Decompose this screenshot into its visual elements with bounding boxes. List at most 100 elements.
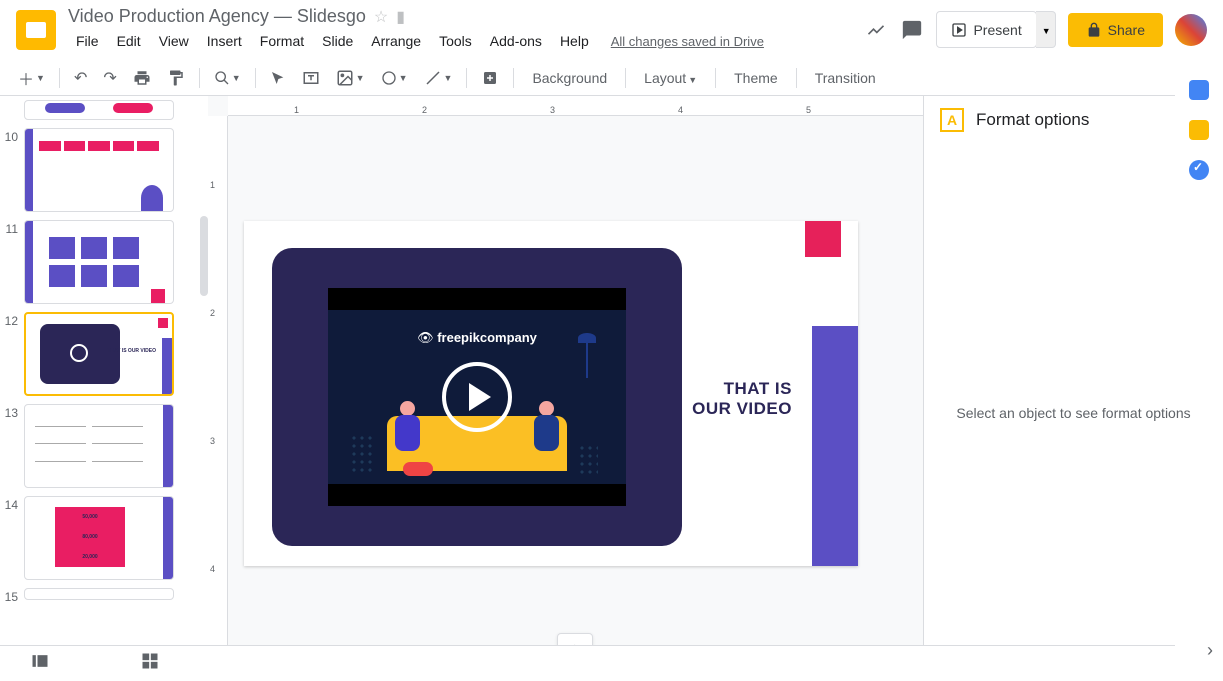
menu-tools[interactable]: Tools (431, 29, 480, 53)
image-tool[interactable]: ▼ (330, 64, 371, 92)
activity-icon[interactable] (864, 18, 888, 42)
textbox-tool[interactable] (296, 64, 326, 92)
menu-slide[interactable]: Slide (314, 29, 361, 53)
menu-addons[interactable]: Add-ons (482, 29, 550, 53)
format-options-panel: A Format options ✕ Select an object to s… (923, 96, 1223, 681)
line-tool[interactable]: ▼ (418, 64, 459, 92)
thumb-number (0, 100, 24, 102)
menu-file[interactable]: File (68, 29, 107, 53)
tasks-addon-icon[interactable] (1189, 160, 1209, 180)
background-button[interactable]: Background (522, 66, 617, 90)
ruler-vertical: 1234 (208, 116, 228, 681)
footer (0, 645, 1175, 681)
doc-title[interactable]: Video Production Agency — Slidesgo (68, 6, 366, 27)
present-icon (951, 22, 967, 38)
slide-canvas[interactable]: 👁 freepikcompany THAT IS OUR VIDEO (244, 221, 858, 566)
purple-stripe[interactable] (812, 326, 858, 566)
thumb-number: 15 (0, 588, 24, 604)
theme-button[interactable]: Theme (724, 66, 788, 90)
layout-label: Layout (644, 70, 686, 86)
side-panel (1175, 60, 1223, 180)
plant-illustration (578, 444, 598, 474)
plant-illustration (350, 434, 374, 474)
thumb-number: 10 (0, 128, 24, 144)
lock-icon (1086, 22, 1102, 38)
present-label: Present (973, 22, 1021, 38)
heading-line-2: OUR VIDEO (692, 399, 792, 419)
menu-format[interactable]: Format (252, 29, 312, 53)
menu-arrange[interactable]: Arrange (363, 29, 429, 53)
video-placeholder[interactable]: 👁 freepikcompany (272, 248, 682, 546)
share-label: Share (1108, 22, 1145, 38)
undo-button[interactable]: ↶ (68, 64, 93, 92)
zoom-button[interactable]: ▼ (208, 64, 247, 92)
format-options-message: Select an object to see format options (956, 405, 1190, 421)
canvas-area[interactable]: 12345678 1234 👁 freepikcompany (208, 96, 923, 681)
thumbnail-12[interactable]: THAT IS OUR VIDEO (24, 312, 174, 396)
thumbnail-14[interactable]: 50,000 80,000 20,000 (24, 496, 174, 580)
thumbnail-15[interactable] (24, 588, 174, 600)
cat-illustration (403, 462, 433, 476)
keep-addon-icon[interactable] (1189, 120, 1209, 140)
folder-icon[interactable]: ▮ (396, 7, 405, 27)
hide-sidepanel-icon[interactable]: › (1207, 640, 1213, 661)
thumbnail-10[interactable] (24, 128, 174, 212)
pink-decoration[interactable] (805, 221, 841, 257)
scrollbar[interactable] (200, 216, 208, 296)
present-button[interactable]: Present (936, 11, 1036, 48)
main-area: 10 11 12 THAT IS OUR VIDEO 13 (0, 96, 1223, 681)
person-illustration (529, 401, 564, 451)
thumb-number: 11 (0, 220, 24, 236)
format-options-icon: A (940, 108, 964, 132)
freepik-text: freepikcompany (437, 330, 537, 345)
comment-tool[interactable] (475, 64, 505, 92)
menu-help[interactable]: Help (552, 29, 597, 53)
lamp-illustration (578, 333, 596, 378)
ruler-horizontal: 12345678 (228, 96, 923, 116)
person-illustration (390, 401, 425, 451)
thumb-12-text: THAT IS OUR VIDEO (107, 348, 156, 354)
user-avatar[interactable] (1175, 14, 1207, 46)
thumbnail-13[interactable] (24, 404, 174, 488)
star-icon[interactable]: ☆ (374, 7, 388, 27)
menu-edit[interactable]: Edit (109, 29, 149, 53)
header-right: Present ▼ Share (864, 11, 1207, 48)
grid-view-icon[interactable] (140, 651, 160, 676)
play-icon[interactable] (442, 362, 512, 432)
thumbnail-11[interactable] (24, 220, 174, 304)
menu-view[interactable]: View (151, 29, 197, 53)
heading-line-1: THAT IS (692, 379, 792, 399)
thumbnail-9[interactable] (24, 100, 174, 120)
select-tool[interactable] (264, 64, 292, 92)
freepik-logo: 👁 freepikcompany (417, 330, 537, 346)
present-dropdown[interactable]: ▼ (1036, 11, 1056, 48)
thumbnail-panel[interactable]: 10 11 12 THAT IS OUR VIDEO 13 (0, 96, 208, 681)
slides-logo[interactable] (16, 10, 56, 50)
thumb-14-val: 50,000 (82, 514, 97, 520)
video-content: 👁 freepikcompany (328, 288, 626, 506)
filmstrip-view-icon[interactable] (30, 651, 50, 676)
doc-area: Video Production Agency — Slidesgo ☆ ▮ F… (68, 6, 864, 53)
layout-button[interactable]: Layout▼ (634, 66, 707, 90)
paint-format-button[interactable] (161, 64, 191, 92)
shape-tool[interactable]: ▼ (375, 64, 414, 92)
format-options-title: Format options (976, 110, 1180, 130)
toolbar: ＋▼ ↶ ↷ ▼ ▼ ▼ ▼ Background Layout▼ Theme … (0, 60, 1223, 96)
header: Video Production Agency — Slidesgo ☆ ▮ F… (0, 0, 1223, 60)
thumb-number: 14 (0, 496, 24, 512)
thumb-number: 13 (0, 404, 24, 420)
new-slide-button[interactable]: ＋▼ (12, 64, 51, 92)
menu-insert[interactable]: Insert (199, 29, 250, 53)
thumb-number: 12 (0, 312, 24, 328)
comments-icon[interactable] (900, 18, 924, 42)
print-button[interactable] (127, 64, 157, 92)
thumb-14-val: 20,000 (82, 554, 97, 560)
saved-indicator[interactable]: All changes saved in Drive (611, 34, 764, 49)
transition-button[interactable]: Transition (805, 66, 886, 90)
share-button[interactable]: Share (1068, 13, 1163, 47)
menu-bar: File Edit View Insert Format Slide Arran… (68, 29, 864, 53)
redo-button[interactable]: ↷ (97, 64, 122, 92)
slide-heading[interactable]: THAT IS OUR VIDEO (692, 379, 792, 418)
calendar-addon-icon[interactable] (1189, 80, 1209, 100)
thumb-14-val: 80,000 (82, 534, 97, 540)
